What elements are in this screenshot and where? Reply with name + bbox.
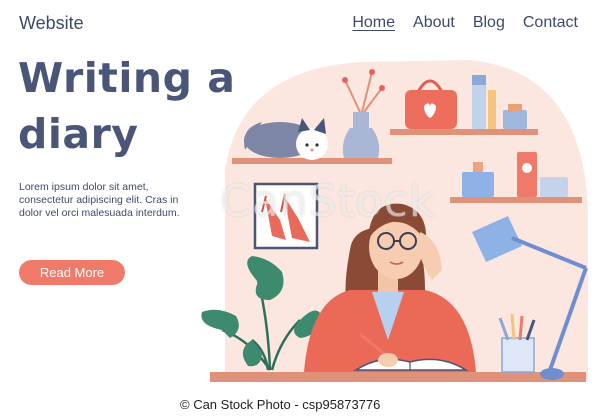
cream-jar-icon xyxy=(540,177,568,197)
jar-icon xyxy=(503,110,527,129)
cream-tube-icon xyxy=(517,152,537,197)
credit-text: © Can Stock Photo - csp95873776 xyxy=(180,397,381,412)
diary-illustration xyxy=(201,60,588,382)
stock-credit: © Can Stock Photo - csp95873776 xyxy=(180,397,380,412)
lotion-icon xyxy=(488,90,496,129)
shelf-mid-right xyxy=(450,197,582,203)
shoes-poster-icon xyxy=(253,182,319,250)
desk-surface xyxy=(210,372,586,382)
shelf-top-right xyxy=(390,129,538,135)
